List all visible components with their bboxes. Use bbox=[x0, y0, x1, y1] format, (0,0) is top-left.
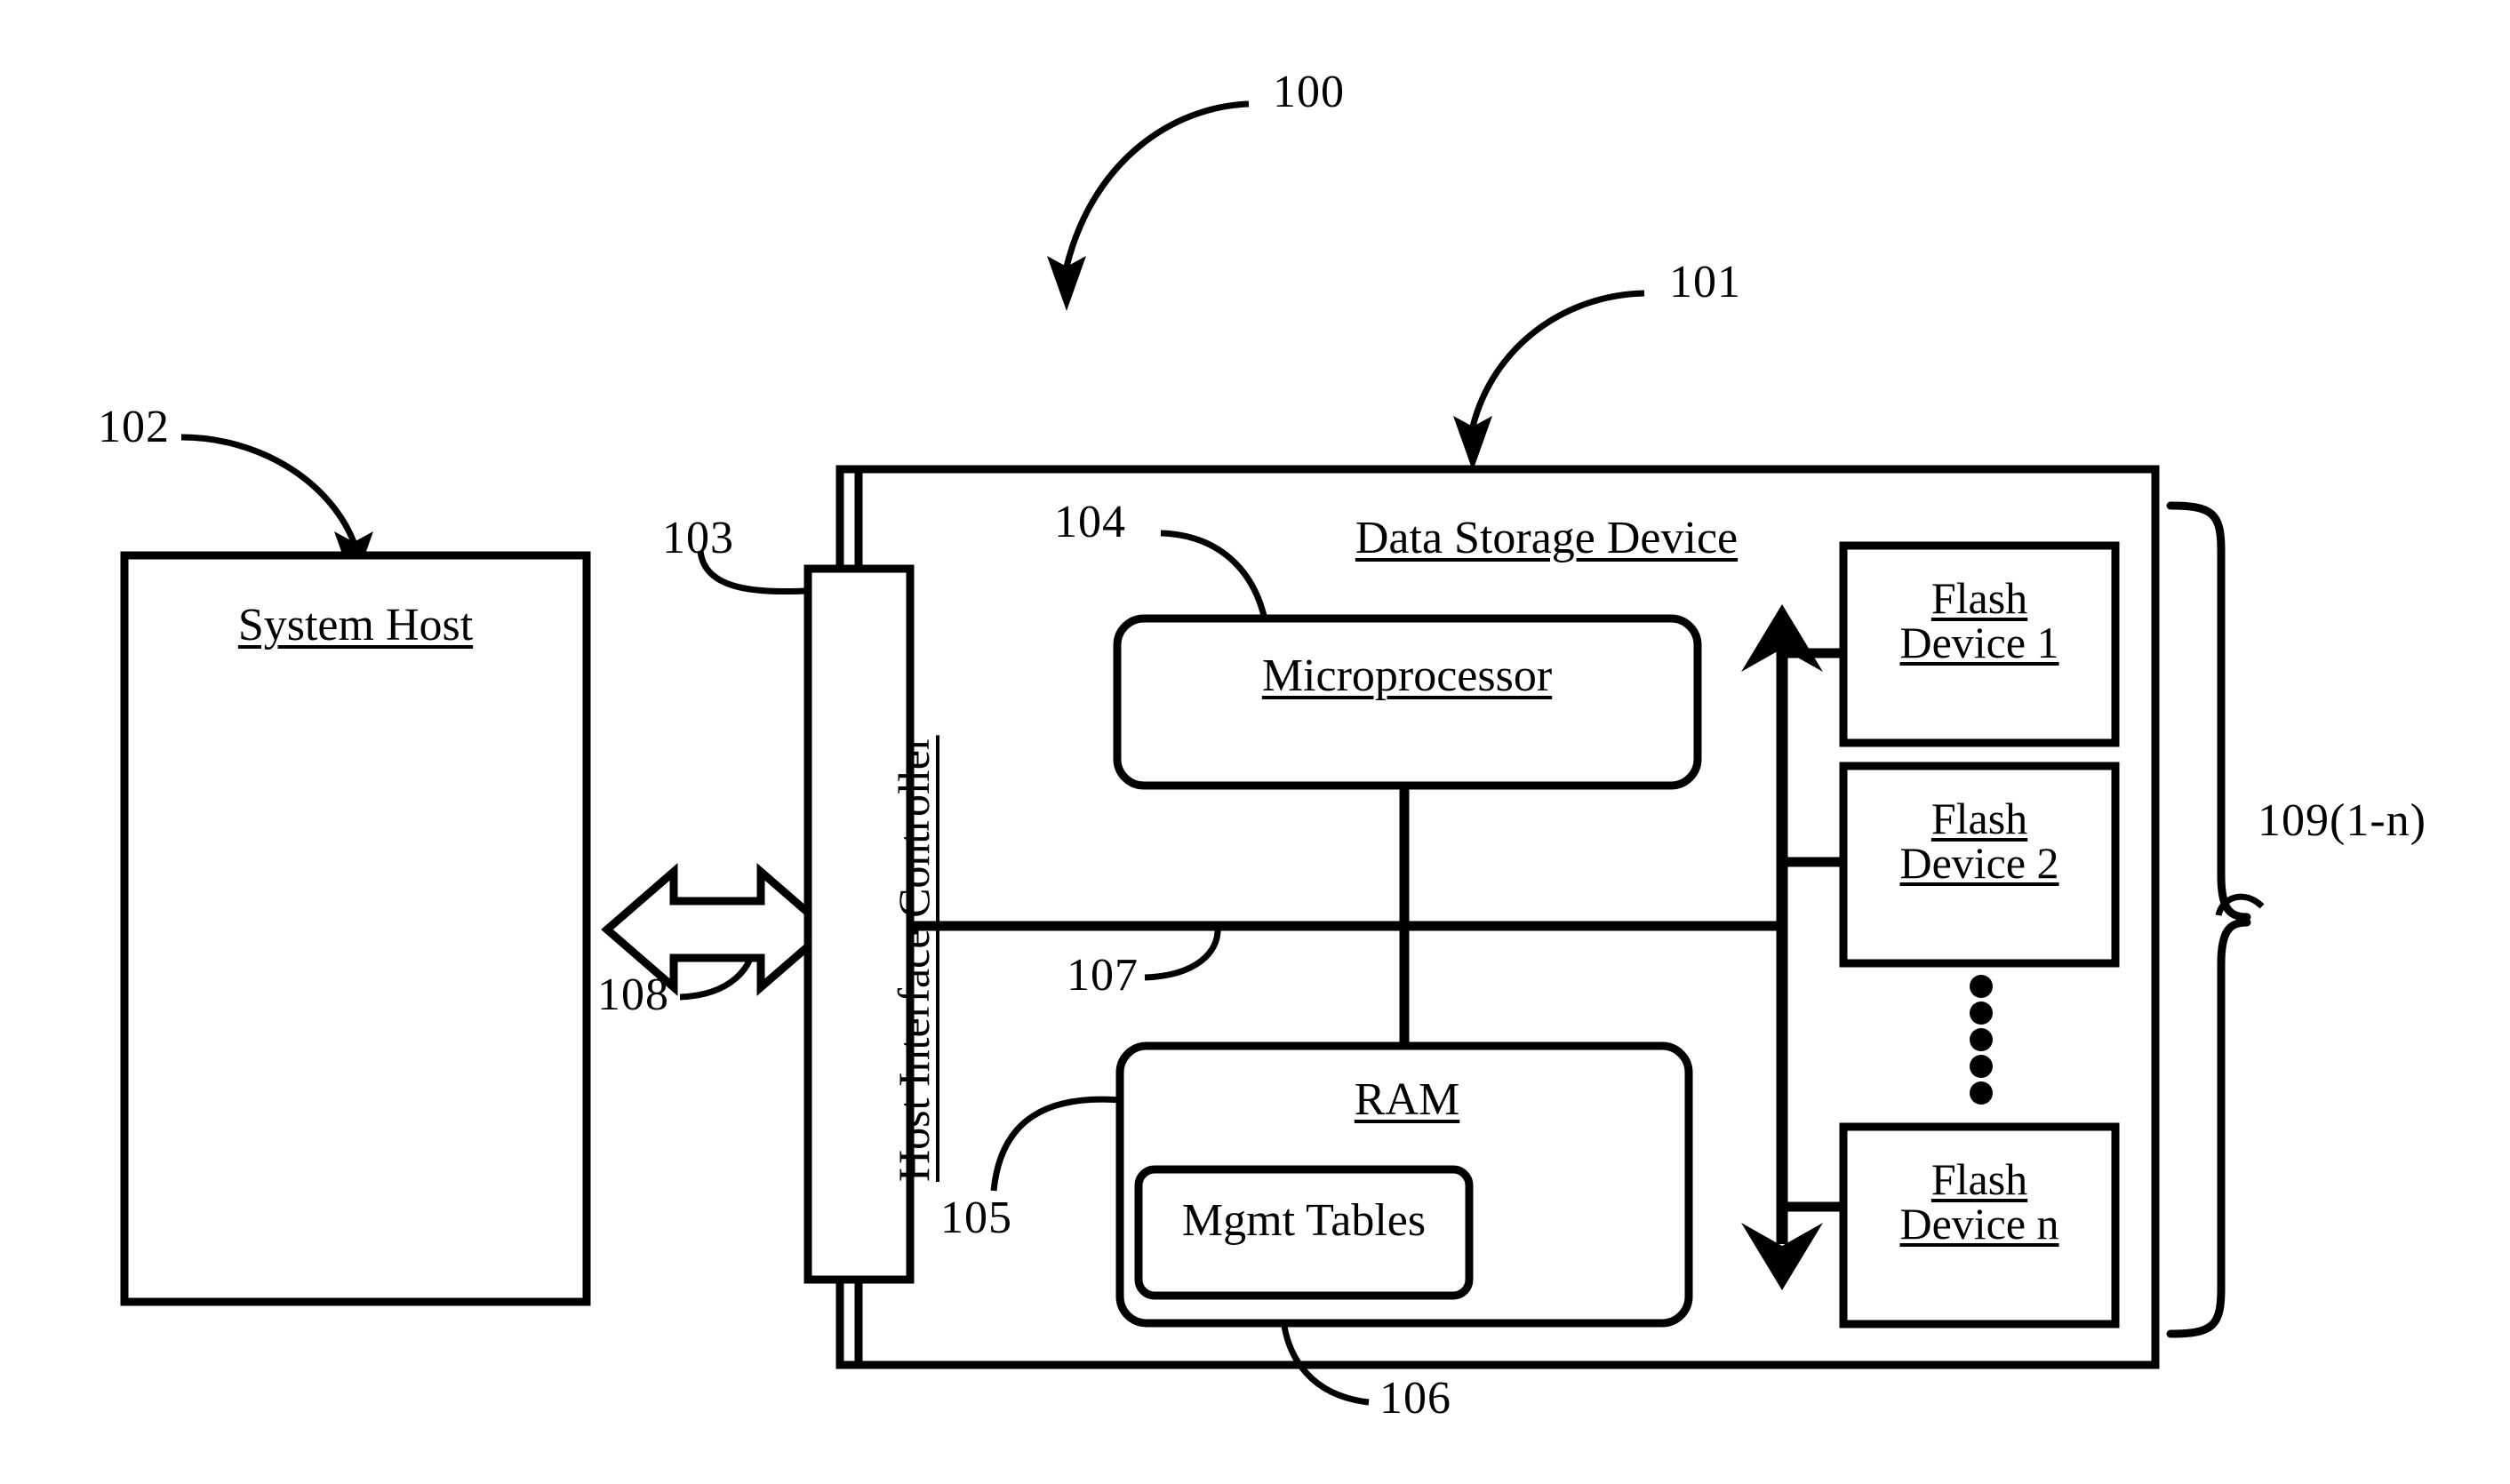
data-storage-device-label: Data Storage Device bbox=[1355, 513, 1739, 563]
ref-109: 109(1-n) bbox=[2258, 795, 2426, 846]
flash-device-2-line2: Device 2 bbox=[1899, 838, 2059, 888]
flash-device-2-line1: Flash bbox=[1930, 794, 2028, 843]
leader-104 bbox=[1160, 530, 1268, 620]
flash-bus-arrow bbox=[1741, 604, 1823, 1290]
flash-device-1-label: Flash Device 1 bbox=[1899, 576, 2058, 665]
ref-101: 101 bbox=[1669, 257, 1741, 307]
flash-ellipsis-dots bbox=[1970, 975, 1993, 1105]
leader-100 bbox=[1047, 100, 1250, 311]
ref-100: 100 bbox=[1273, 67, 1345, 117]
mgmt-tables-label: Mgmt Tables bbox=[1181, 1195, 1427, 1246]
leader-107 bbox=[1144, 926, 1221, 981]
system-host-box bbox=[120, 551, 591, 1306]
flash-device-1-line1: Flash bbox=[1930, 573, 2028, 623]
flash-device-n-line1: Flash bbox=[1930, 1154, 2028, 1204]
ref-106: 106 bbox=[1379, 1373, 1451, 1424]
flash-device-n-label: Flash Device n bbox=[1899, 1157, 2058, 1246]
microprocessor-box bbox=[1113, 614, 1702, 790]
ref-108: 108 bbox=[597, 969, 669, 1020]
host-interface-controller-label: Host Interface Controller bbox=[889, 735, 939, 1182]
system-host-label: System Host bbox=[237, 600, 474, 650]
flash-device-n-line2: Device n bbox=[1899, 1199, 2059, 1249]
ref-102: 102 bbox=[98, 402, 170, 452]
ref-104: 104 bbox=[1054, 497, 1126, 547]
flash-device-2-label: Flash Device 2 bbox=[1899, 796, 2058, 885]
ref-103: 103 bbox=[662, 513, 734, 563]
diagram-vectors bbox=[120, 100, 2265, 1406]
leader-105 bbox=[990, 1096, 1122, 1192]
flash-device-1-line2: Device 1 bbox=[1899, 618, 2059, 667]
ram-label: RAM bbox=[1354, 1074, 1460, 1125]
leader-101 bbox=[1453, 290, 1645, 471]
flash-group-brace bbox=[2166, 501, 2251, 1338]
figure-canvas: 100 101 102 103 104 105 106 107 108 109(… bbox=[0, 0, 2510, 1484]
ref-105: 105 bbox=[940, 1193, 1012, 1243]
microprocessor-label: Microprocessor bbox=[1261, 650, 1553, 701]
ref-107: 107 bbox=[1067, 950, 1139, 1001]
